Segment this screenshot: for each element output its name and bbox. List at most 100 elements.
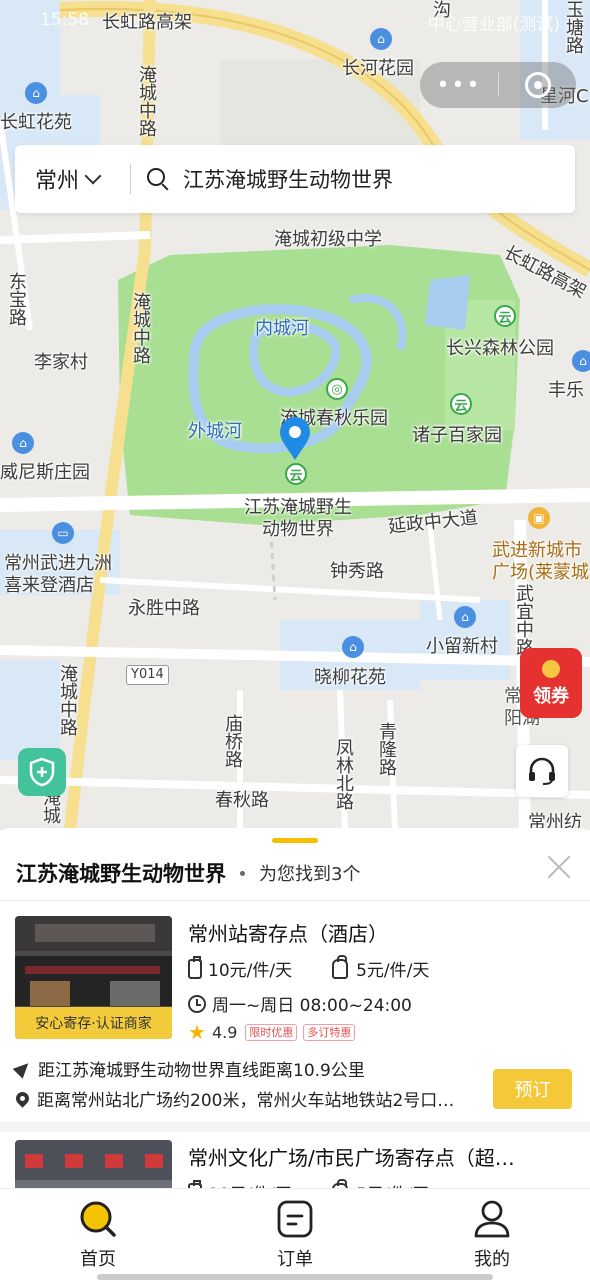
- search-bar: 常州 江苏淹城野生动物世界: [15, 145, 575, 213]
- bag-price: 5元/件/天: [356, 961, 430, 981]
- home-indicator: [97, 1274, 493, 1280]
- tab-profile-label: 我的: [474, 1249, 510, 1270]
- opening-hours: 周一~周日 08:00~24:00: [212, 996, 412, 1016]
- close-icon[interactable]: [546, 854, 572, 880]
- map-label-changhong-garden: 长虹花苑: [0, 112, 72, 133]
- home-poi-icon[interactable]: ⌂: [342, 636, 364, 658]
- verified-merchant-badge: 安心寄存·认证商家: [15, 1007, 172, 1039]
- store-photo: [15, 1140, 172, 1188]
- map-label-changxing-park: 长兴森林公园: [446, 338, 554, 359]
- map-label-outer-moat: 外城河: [188, 421, 242, 442]
- attraction-poi-icon[interactable]: ◎: [326, 378, 348, 400]
- map-label-yongsheng-road: 永胜中路: [128, 598, 200, 619]
- search-divider: [130, 164, 131, 194]
- customer-service-button[interactable]: [516, 745, 568, 797]
- status-time: 15:58: [40, 10, 89, 30]
- star-icon: ★: [188, 1020, 206, 1044]
- chevron-down-icon: [84, 167, 102, 185]
- map-label-yancheng-road-mid: 淹城中路: [130, 292, 151, 364]
- rating-row: ★ 4.9 限时优惠 多订特惠: [188, 1020, 361, 1044]
- coupon-button[interactable]: 领券: [520, 648, 582, 718]
- map-label-inner-moat: 内城河: [255, 318, 309, 339]
- store-thumbnail: [15, 1140, 172, 1188]
- search-input[interactable]: 江苏淹城野生动物世界: [183, 164, 393, 194]
- map-label-hotel: 常州武进九洲喜来登酒店: [4, 553, 112, 596]
- tab-orders[interactable]: 订单: [235, 1199, 355, 1271]
- store-name: 常州文化广场/市民广场寄存点（超…: [188, 1146, 515, 1170]
- shopping-poi-icon[interactable]: ▣: [528, 507, 550, 529]
- close-mini-program-button[interactable]: [499, 72, 576, 98]
- promo-chip: 多订特惠: [303, 1023, 356, 1041]
- rating-value: 4.9: [211, 1022, 238, 1042]
- sheet-header: 江苏淹城野生动物世界 为您找到3个: [16, 858, 576, 888]
- hotel-poi-icon[interactable]: ▭: [52, 522, 74, 544]
- map-label-yancheng-road-north: 淹城中路: [136, 65, 157, 137]
- store-thumbnail: 安心寄存·认证商家: [15, 916, 172, 1039]
- park-poi-icon[interactable]: 云: [450, 393, 472, 415]
- tab-profile[interactable]: 我的: [432, 1199, 552, 1271]
- navigation-arrow-icon: [12, 1058, 34, 1079]
- park-poi-icon[interactable]: 云: [285, 463, 307, 485]
- mini-program-capsule: •••: [420, 62, 576, 108]
- map-label-fengle: 丰乐: [548, 380, 584, 401]
- map-label-zhuzi-garden: 诸子百家园: [412, 425, 502, 446]
- map-label-y014-shield: Y014: [126, 665, 169, 685]
- bottom-tab-bar: 首页 订单 我的: [0, 1188, 590, 1280]
- user-icon: [474, 1200, 510, 1238]
- map-label-xiaoliu-village: 小留新村: [426, 636, 498, 657]
- map-label-xiaoliu-garden: 晓柳花苑: [314, 667, 386, 688]
- price-row: 10元/件/天 5元/件/天: [188, 1178, 429, 1188]
- home-poi-icon[interactable]: ⌂: [454, 606, 476, 628]
- tab-home[interactable]: 首页: [38, 1199, 158, 1271]
- city-label: 常州: [35, 169, 80, 194]
- search-icon: [147, 168, 169, 191]
- distance-text: 距江苏淹城野生动物世界直线距离10.9公里: [38, 1061, 365, 1081]
- home-poi-icon[interactable]: ⌂: [12, 432, 34, 454]
- map-label-dongbao-road: 东宝路: [6, 272, 27, 326]
- more-menu-button[interactable]: •••: [420, 73, 498, 98]
- map-label-lijia-village: 李家村: [34, 352, 88, 373]
- home-search-icon: [80, 1201, 116, 1237]
- map-label-qinglong-road: 青隆路: [376, 722, 397, 776]
- location-pin-small-icon: [13, 1089, 32, 1108]
- map-label-miaoqiao-road: 庙桥路: [222, 714, 243, 768]
- park-poi-icon[interactable]: 云: [494, 305, 516, 327]
- coin-icon: [542, 660, 560, 678]
- results-sheet: 江苏淹城野生动物世界 为您找到3个 安心寄存·认证商家 常州站寄存点（酒店） 1…: [0, 828, 590, 1188]
- bag-icon: [332, 954, 349, 979]
- sheet-divider: [0, 900, 590, 901]
- bag-price: 5元/件/天: [356, 1180, 429, 1188]
- price-row: 10元/件/天 5元/件/天: [188, 954, 430, 981]
- map-label-changhe-garden: 长河花园: [342, 58, 414, 79]
- close-ring-icon: [524, 72, 551, 98]
- hours-row: 周一~周日 08:00~24:00: [188, 991, 412, 1016]
- coupon-label: 领券: [533, 686, 569, 707]
- shield-plus-icon: [29, 757, 55, 787]
- map-label-wuyi-road: 武宜中路: [513, 584, 534, 656]
- headset-icon: [529, 757, 555, 785]
- promo-chip: 限时优惠: [245, 1023, 298, 1041]
- map-label-chunqiu-road: 春秋路: [215, 790, 269, 811]
- book-button[interactable]: 预订: [493, 1069, 572, 1109]
- map-label-yancheng-middle-school: 淹城初级中学: [274, 229, 382, 250]
- home-poi-icon[interactable]: ⌂: [25, 82, 47, 104]
- map-view[interactable]: 长虹路高架 长虹路高架 长河花园 星河C 长虹花苑 淹城初级中学 淹城中路 淹城…: [0, 0, 590, 830]
- map-label-wujin-new-city: 武进新城市广场(莱蒙城: [492, 540, 590, 583]
- map-label-yancheng-road-south: 淹城中路: [57, 664, 78, 736]
- luggage-icon: [188, 955, 202, 979]
- status-bar: 15:58 中心营业部(测试): [0, 0, 590, 42]
- insurance-shield-button[interactable]: [18, 748, 66, 796]
- distance-row: 距江苏淹城野生动物世界直线距离10.9公里: [12, 1056, 365, 1081]
- store-name: 常州站寄存点（酒店）: [188, 922, 388, 946]
- location-pin-icon[interactable]: [278, 416, 312, 462]
- status-carrier: 中心营业部(测试): [427, 15, 560, 35]
- card-separator: [0, 1122, 590, 1132]
- city-selector[interactable]: 常州: [15, 163, 130, 195]
- order-list-icon: [277, 1200, 313, 1238]
- luggage-price: 10元/件/天: [208, 1180, 292, 1188]
- result-count: 为您找到3个: [259, 864, 361, 885]
- sheet-drag-handle[interactable]: [272, 838, 318, 843]
- map-label-zhongxiu-road: 钟秀路: [330, 561, 384, 582]
- address-text: 距离常州站北广场约200米，常州火车站地铁站2号口…: [37, 1091, 455, 1111]
- home-poi-icon[interactable]: ⌂: [572, 350, 590, 372]
